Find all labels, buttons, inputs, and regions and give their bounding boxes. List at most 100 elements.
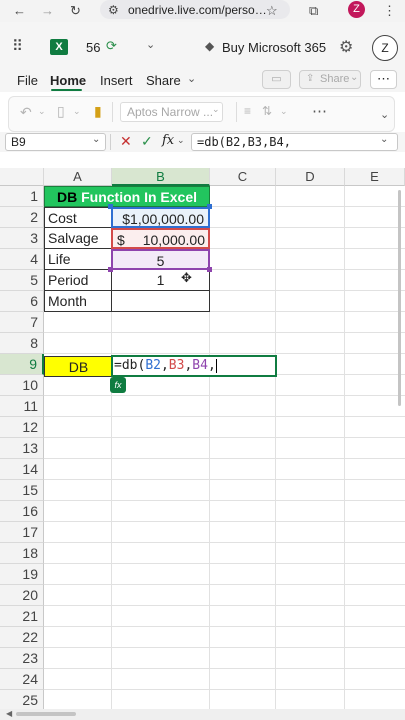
ref-b4: B4 bbox=[192, 358, 208, 373]
horizontal-scrollbar[interactable] bbox=[16, 712, 76, 716]
column-header-a[interactable]: A bbox=[44, 168, 112, 186]
undo-chevron-icon[interactable]: ⌄ bbox=[38, 106, 46, 117]
select-all-corner[interactable] bbox=[0, 168, 44, 186]
column-header-d[interactable]: D bbox=[276, 168, 345, 186]
sort-chevron-icon[interactable]: ⌄ bbox=[280, 106, 288, 117]
ref-handle[interactable] bbox=[108, 267, 113, 272]
browser-profile-avatar[interactable]: Z bbox=[348, 1, 365, 18]
tab-file[interactable]: File bbox=[17, 73, 38, 89]
row-header[interactable]: 21 bbox=[0, 606, 44, 627]
formula-autocomplete-icon[interactable]: fx bbox=[110, 377, 126, 393]
row-header[interactable]: 20 bbox=[0, 585, 44, 606]
font-name-select[interactable]: Aptos Narrow ... ⌄ bbox=[120, 102, 223, 122]
name-box-value: B9 bbox=[11, 135, 26, 149]
row-header[interactable]: 23 bbox=[0, 648, 44, 669]
more-options-icon[interactable]: ⋯ bbox=[370, 70, 397, 89]
tab-insert[interactable]: Insert bbox=[100, 73, 133, 89]
paste-icon[interactable]: ▯ bbox=[57, 103, 65, 120]
row-header[interactable]: 1 bbox=[0, 186, 44, 207]
column-header-b[interactable]: B bbox=[112, 168, 210, 186]
url-text[interactable]: onedrive.live.com/perso… bbox=[128, 2, 267, 18]
row-header[interactable]: 2 bbox=[0, 207, 44, 228]
grid-line bbox=[44, 584, 405, 585]
row-header[interactable]: 4 bbox=[0, 249, 44, 270]
label-life[interactable]: Life bbox=[44, 249, 112, 270]
menu-dots-icon[interactable]: ⋮ bbox=[383, 2, 396, 20]
sync-status-icon[interactable]: ⟳ bbox=[106, 38, 117, 54]
label-month[interactable]: Month bbox=[44, 291, 112, 312]
row-header[interactable]: 11 bbox=[0, 396, 44, 417]
tab-share[interactable]: Share bbox=[146, 73, 181, 89]
row-header[interactable]: 5 bbox=[0, 270, 44, 291]
fx-chevron-icon[interactable]: ⌄ bbox=[177, 135, 185, 146]
db-label-cell[interactable]: DB bbox=[44, 356, 112, 377]
app-launcher-icon[interactable]: ⠿ bbox=[12, 37, 23, 55]
row-header[interactable]: 13 bbox=[0, 438, 44, 459]
row-header[interactable]: 24 bbox=[0, 669, 44, 690]
row-header[interactable]: 3 bbox=[0, 228, 44, 249]
active-cell-editor[interactable]: =db(B2,B3,B4, bbox=[111, 355, 277, 377]
row-header[interactable]: 18 bbox=[0, 543, 44, 564]
toolbar-more-icon[interactable]: ⋯ bbox=[312, 102, 327, 120]
back-arrow-icon[interactable]: ← bbox=[13, 2, 26, 20]
row-header[interactable]: 12 bbox=[0, 417, 44, 438]
insert-function-button[interactable]: fx bbox=[162, 133, 174, 148]
comments-button[interactable]: ▭ bbox=[262, 70, 291, 89]
formula-input[interactable]: =db(B2,B3,B4, ⌄ bbox=[191, 133, 398, 151]
scroll-left-icon[interactable]: ◀ bbox=[6, 709, 12, 718]
label-salvage[interactable]: Salvage bbox=[44, 228, 112, 249]
grid-line bbox=[44, 668, 405, 669]
grid-line bbox=[44, 626, 405, 627]
star-icon[interactable]: ☆ bbox=[266, 2, 278, 20]
toolbar-divider bbox=[236, 102, 237, 122]
row-header[interactable]: 14 bbox=[0, 459, 44, 480]
account-avatar[interactable]: Z bbox=[372, 35, 398, 61]
row-header[interactable]: 19 bbox=[0, 564, 44, 585]
vertical-scrollbar[interactable] bbox=[398, 190, 401, 406]
column-header-e[interactable]: E bbox=[345, 168, 405, 186]
row-header[interactable]: 17 bbox=[0, 522, 44, 543]
buy-microsoft-365-link[interactable]: Buy Microsoft 365 bbox=[222, 40, 326, 55]
grid-line bbox=[44, 353, 405, 354]
title-cell[interactable]: DB Function In Excel bbox=[44, 186, 210, 207]
undo-icon[interactable]: ↶ bbox=[20, 104, 32, 121]
site-info-icon[interactable]: ⚙ bbox=[108, 1, 119, 19]
chevron-down-icon[interactable]: ⌄ bbox=[146, 38, 155, 51]
ref-handle[interactable] bbox=[207, 204, 212, 209]
row-header[interactable]: 6 bbox=[0, 291, 44, 312]
extensions-icon[interactable]: ⧉ bbox=[309, 2, 318, 20]
tabs-chevron-icon[interactable]: ⌄ bbox=[187, 72, 196, 85]
label-period[interactable]: Period bbox=[44, 270, 112, 291]
name-box[interactable]: B9 ⌄ bbox=[5, 133, 106, 151]
format-painter-icon[interactable]: ▮ bbox=[94, 103, 102, 120]
life-value-cell[interactable]: 5 bbox=[111, 249, 210, 270]
salvage-value-cell[interactable]: $ 10,000.00 bbox=[111, 228, 210, 249]
label-cost[interactable]: Cost bbox=[44, 207, 112, 228]
ref-handle[interactable] bbox=[207, 267, 212, 272]
cancel-icon[interactable]: ✕ bbox=[120, 133, 132, 150]
wrap-text-icon[interactable]: ≡ bbox=[244, 104, 251, 118]
row-header[interactable]: 9 bbox=[0, 354, 44, 375]
row-header[interactable]: 22 bbox=[0, 627, 44, 648]
row-header[interactable]: 25 bbox=[0, 690, 44, 711]
confirm-check-icon[interactable]: ✓ bbox=[141, 133, 153, 150]
row-header[interactable]: 15 bbox=[0, 480, 44, 501]
font-name-value: Aptos Narrow ... bbox=[127, 105, 214, 119]
reload-icon[interactable]: ↻ bbox=[70, 2, 81, 20]
row-header[interactable]: 7 bbox=[0, 312, 44, 333]
settings-gear-icon[interactable]: ⚙ bbox=[339, 37, 353, 57]
expand-ribbon-chevron-icon[interactable]: ⌄ bbox=[380, 108, 389, 121]
column-header-c[interactable]: C bbox=[210, 168, 276, 186]
share-button[interactable]: ⇪ Share ⌄ bbox=[299, 70, 361, 89]
paste-chevron-icon[interactable]: ⌄ bbox=[73, 106, 81, 117]
row-header[interactable]: 10 bbox=[0, 375, 44, 396]
row-header[interactable]: 16 bbox=[0, 501, 44, 522]
forward-arrow-icon[interactable]: → bbox=[41, 2, 54, 20]
cost-value-cell[interactable]: $1,00,000.00 bbox=[111, 207, 210, 228]
period-value-cell[interactable]: 1 bbox=[111, 270, 210, 291]
month-value-cell[interactable] bbox=[111, 291, 210, 312]
tab-home[interactable]: Home bbox=[50, 73, 86, 89]
row-header[interactable]: 8 bbox=[0, 333, 44, 354]
ref-handle[interactable] bbox=[108, 204, 113, 209]
sort-filter-icon[interactable]: ⇅ bbox=[262, 104, 272, 118]
